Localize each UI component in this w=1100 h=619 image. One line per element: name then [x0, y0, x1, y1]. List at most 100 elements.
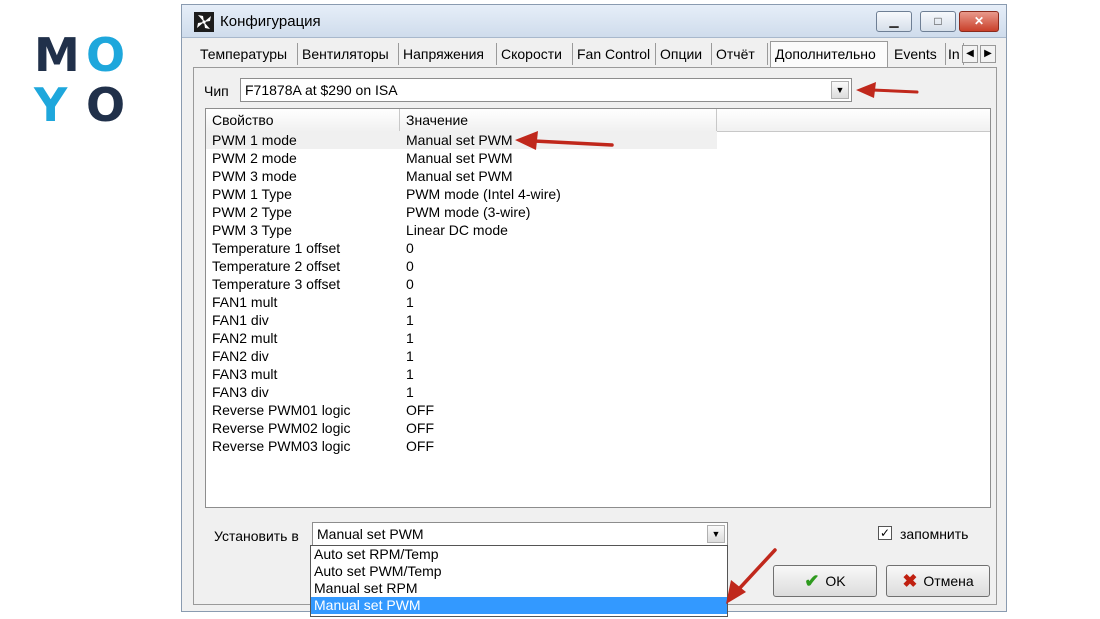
- property-cell: FAN1 div: [212, 312, 269, 328]
- table-row[interactable]: PWM 1 mode Manual set PWM: [206, 131, 717, 149]
- tab-temperatures[interactable]: Температуры: [196, 43, 298, 65]
- property-cell: Reverse PWM01 logic: [212, 402, 351, 418]
- tab-fans[interactable]: Вентиляторы: [298, 43, 399, 65]
- column-header-property[interactable]: Свойство: [206, 109, 400, 131]
- value-cell: Manual set PWM: [406, 132, 513, 148]
- value-cell: 0: [406, 276, 414, 292]
- value-cell: 1: [406, 384, 414, 400]
- property-cell: FAN2 div: [212, 348, 269, 364]
- close-button[interactable]: ✕: [959, 11, 999, 32]
- tab-voltages[interactable]: Напряжения: [399, 43, 497, 65]
- value-cell: OFF: [406, 438, 434, 454]
- chevron-down-icon[interactable]: ▼: [707, 525, 725, 543]
- advanced-panel: Чип F71878A at $290 on ISA ▼ Свойство Зн…: [193, 67, 997, 605]
- property-cell: PWM 1 Type: [212, 186, 292, 202]
- value-cell: 0: [406, 258, 414, 274]
- value-cell: OFF: [406, 402, 434, 418]
- chip-select[interactable]: F71878A at $290 on ISA ▼: [240, 78, 852, 102]
- column-header-empty[interactable]: [717, 109, 990, 131]
- property-cell: PWM 2 Type: [212, 204, 292, 220]
- property-cell: Reverse PWM02 logic: [212, 420, 351, 436]
- property-cell: FAN3 mult: [212, 366, 278, 382]
- set-to-dropdown-list: Auto set RPM/Temp Auto set PWM/Temp Manu…: [310, 545, 728, 617]
- tab-scroll-right-icon[interactable]: ▶: [980, 45, 996, 63]
- value-cell: 1: [406, 312, 414, 328]
- property-cell: FAN3 div: [212, 384, 269, 400]
- remember-label: запомнить: [900, 526, 969, 542]
- property-cell: PWM 3 Type: [212, 222, 292, 238]
- value-cell: Linear DC mode: [406, 222, 508, 238]
- value-cell: 1: [406, 294, 414, 310]
- property-cell: PWM 2 mode: [212, 150, 297, 166]
- logo-letter-o-2: O: [86, 78, 126, 132]
- table-row[interactable]: PWM 3 Type Linear DC mode: [206, 221, 990, 239]
- value-cell: PWM mode (3-wire): [406, 204, 531, 220]
- tab-scroll-left-icon[interactable]: ◀: [962, 45, 978, 63]
- ok-label: OK: [825, 573, 846, 589]
- cancel-button[interactable]: ✖ Отмена: [886, 565, 990, 597]
- table-row[interactable]: FAN3 div 1: [206, 383, 990, 401]
- window-title: Конфигурация: [220, 13, 321, 30]
- title-bar[interactable]: Конфигурация ▁ □ ✕: [182, 5, 1006, 38]
- table-row[interactable]: FAN3 mult 1: [206, 365, 990, 383]
- tab-fan-control[interactable]: Fan Control: [573, 43, 656, 65]
- dropdown-option[interactable]: Auto set RPM/Temp: [311, 546, 727, 563]
- logo-letter-y: Y: [34, 78, 68, 132]
- value-cell: 1: [406, 330, 414, 346]
- tab-strip: Температуры Вентиляторы Напряжения Скоро…: [196, 41, 996, 67]
- property-cell: PWM 1 mode: [212, 132, 297, 148]
- tab-advanced[interactable]: Дополнительно: [770, 41, 888, 67]
- table-row[interactable]: Temperature 2 offset 0: [206, 257, 990, 275]
- properties-list[interactable]: Свойство Значение PWM 1 mode Manual set P…: [205, 108, 991, 508]
- table-row[interactable]: Temperature 1 offset 0: [206, 239, 990, 257]
- table-row[interactable]: FAN1 div 1: [206, 311, 990, 329]
- set-to-select[interactable]: Manual set PWM ▼: [312, 522, 728, 546]
- table-row[interactable]: Reverse PWM01 logic OFF: [206, 401, 990, 419]
- property-cell: Temperature 1 offset: [212, 240, 341, 256]
- chevron-down-icon[interactable]: ▼: [831, 81, 849, 99]
- dropdown-option-selected[interactable]: Manual set PWM: [311, 597, 727, 614]
- tab-speeds[interactable]: Скорости: [497, 43, 573, 65]
- property-cell: Reverse PWM03 logic: [212, 438, 351, 454]
- column-header-value[interactable]: Значение: [400, 109, 717, 131]
- dropdown-option[interactable]: Manual set RPM: [311, 580, 727, 597]
- table-row[interactable]: Reverse PWM03 logic OFF: [206, 437, 990, 455]
- set-to-label: Установить в: [214, 528, 299, 544]
- tab-events[interactable]: Events: [890, 43, 946, 65]
- checkmark-icon: ✔: [804, 571, 820, 591]
- property-cell: Temperature 2 offset: [212, 258, 341, 274]
- table-row[interactable]: PWM 2 Type PWM mode (3-wire): [206, 203, 990, 221]
- property-cell: Temperature 3 offset: [212, 276, 341, 292]
- moyo-logo: M O Y O: [34, 28, 130, 132]
- value-cell: OFF: [406, 420, 434, 436]
- fan-app-icon: [194, 12, 214, 32]
- cancel-label: Отмена: [923, 573, 974, 589]
- value-cell: 0: [406, 240, 414, 256]
- table-row[interactable]: FAN1 mult 1: [206, 293, 990, 311]
- minimize-button[interactable]: ▁: [876, 11, 912, 32]
- chip-select-value: F71878A at $290 on ISA: [245, 82, 398, 98]
- property-cell: FAN1 mult: [212, 294, 278, 310]
- table-row[interactable]: PWM 3 mode Manual set PWM: [206, 167, 990, 185]
- value-cell: PWM mode (Intel 4-wire): [406, 186, 561, 202]
- table-row[interactable]: FAN2 mult 1: [206, 329, 990, 347]
- property-cell: PWM 3 mode: [212, 168, 297, 184]
- table-row[interactable]: PWM 2 mode Manual set PWM: [206, 149, 990, 167]
- value-cell: 1: [406, 348, 414, 364]
- tab-options[interactable]: Опции: [656, 43, 712, 65]
- table-row[interactable]: Reverse PWM02 logic OFF: [206, 419, 990, 437]
- tab-report[interactable]: Отчёт: [712, 43, 768, 65]
- table-row[interactable]: Temperature 3 offset 0: [206, 275, 990, 293]
- value-cell: Manual set PWM: [406, 168, 513, 184]
- set-to-value: Manual set PWM: [317, 526, 424, 542]
- logo-letter-o: O: [86, 28, 126, 82]
- ok-button[interactable]: ✔ OK: [773, 565, 877, 597]
- list-rows: PWM 1 mode Manual set PWM PWM 2 mode Manual…: [206, 131, 990, 455]
- dropdown-option[interactable]: Auto set PWM/Temp: [311, 563, 727, 580]
- property-cell: FAN2 mult: [212, 330, 278, 346]
- list-header: Свойство Значение: [206, 109, 990, 132]
- remember-checkbox[interactable]: ✓: [878, 526, 892, 540]
- maximize-button[interactable]: □: [920, 11, 956, 32]
- table-row[interactable]: PWM 1 Type PWM mode (Intel 4-wire): [206, 185, 990, 203]
- table-row[interactable]: FAN2 div 1: [206, 347, 990, 365]
